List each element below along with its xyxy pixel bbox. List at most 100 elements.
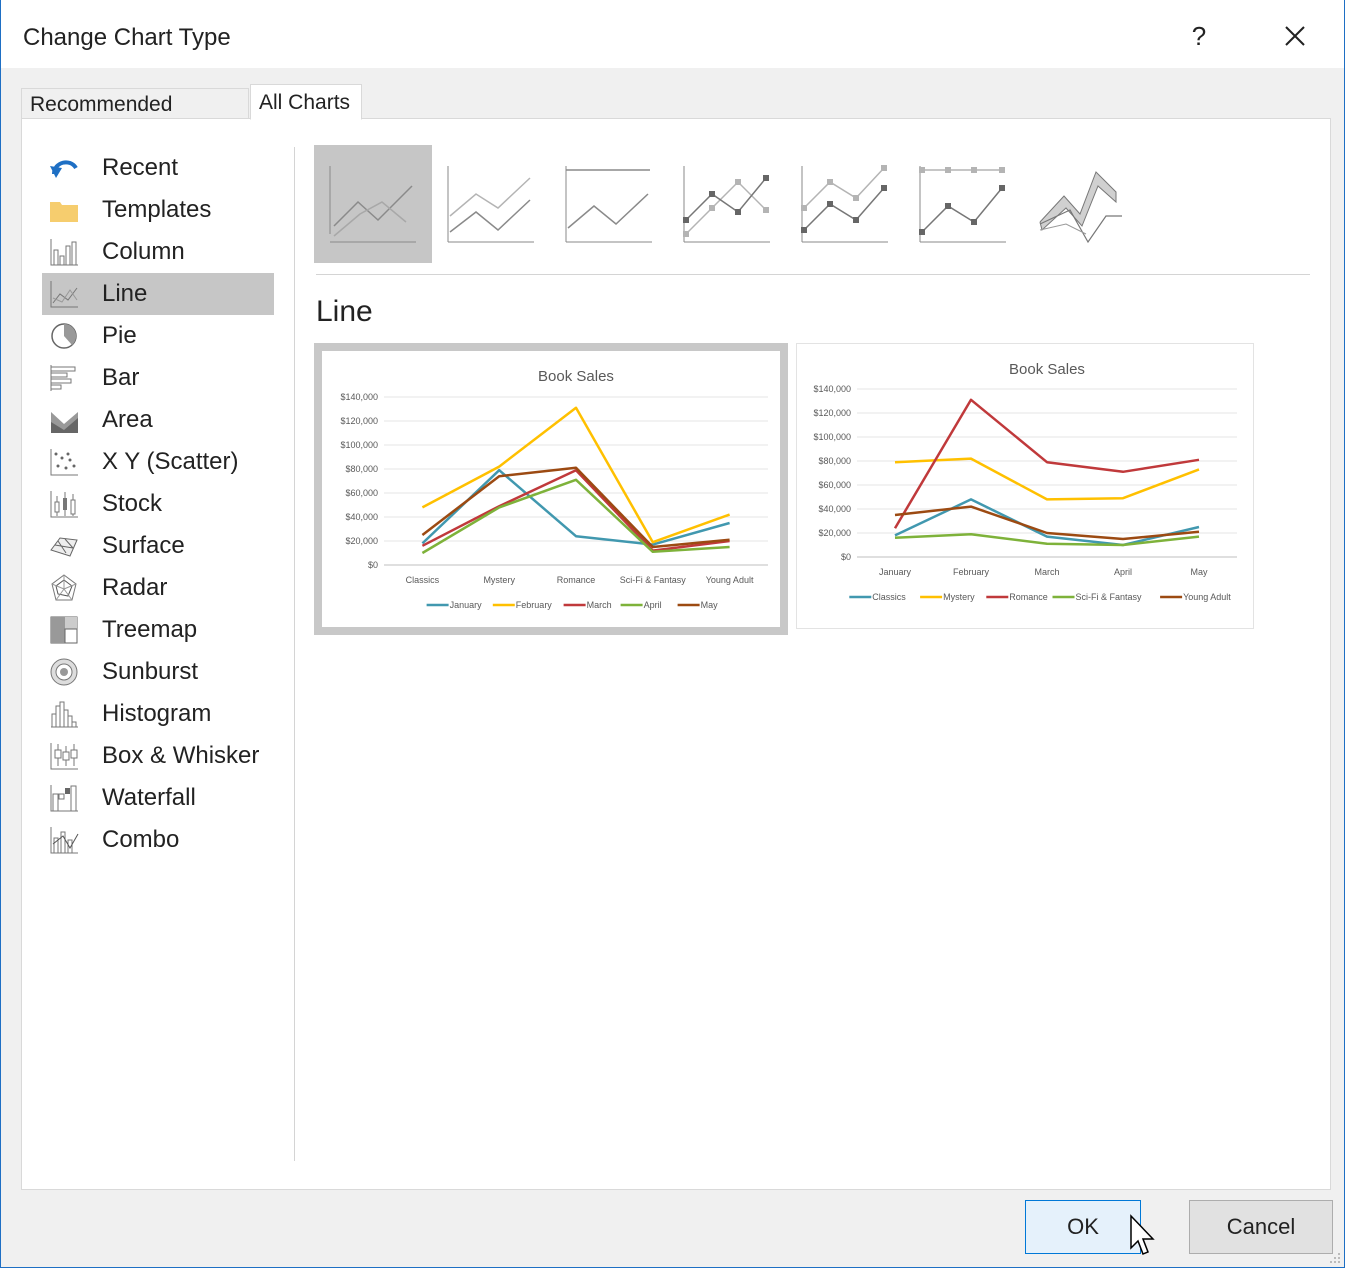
help-button[interactable]: ? [1181, 16, 1217, 56]
surface-chart-icon [48, 530, 80, 562]
close-button[interactable] [1277, 18, 1313, 54]
histogram-chart-icon [48, 698, 80, 730]
percent-stacked-line-markers-icon [919, 166, 1006, 243]
y-tick-label: $120,000 [340, 416, 378, 426]
sidebar-item-x-y-scatter[interactable]: X Y (Scatter) [42, 441, 274, 483]
sunburst-chart-icon [48, 656, 80, 688]
legend-entry: May [701, 600, 719, 610]
close-icon [1285, 26, 1305, 46]
legend-entry: Sci-Fi & Fantasy [1076, 592, 1143, 602]
chart-preview-1-svg: Book Sales $140,000 $120,000 $100,000 $80,00… [340, 368, 768, 610]
subtype-line[interactable] [314, 145, 432, 263]
subtype-gallery [314, 145, 1314, 265]
sidebar-item-combo[interactable]: Combo [42, 819, 274, 861]
sidebar-item-label: Column [102, 238, 185, 265]
sidebar-item-surface[interactable]: Surface [42, 525, 274, 567]
ok-button[interactable]: OK [1025, 1200, 1141, 1254]
sidebar-item-label: Sunburst [102, 658, 199, 685]
column-chart-icon [48, 236, 80, 268]
y-tick-label: $20,000 [818, 528, 851, 538]
subtype-3d-line[interactable] [1022, 145, 1140, 263]
x-tick-label: Young Adult [706, 575, 754, 585]
sidebar-item-treemap[interactable]: Treemap [42, 609, 274, 651]
sidebar-item-radar[interactable]: Radar [42, 567, 274, 609]
box-whisker-chart-icon [48, 740, 80, 772]
chart-legend: January February March April May [426, 600, 719, 610]
combo-chart-icon [48, 824, 80, 856]
vertical-divider [294, 147, 295, 1161]
sidebar-item-recent[interactable]: Recent [42, 147, 274, 189]
y-tick-label: $20,000 [345, 536, 378, 546]
stacked-line-markers-icon [801, 165, 888, 243]
subtype-100-stacked-line[interactable] [550, 145, 668, 263]
legend-entry: Mystery [943, 592, 975, 602]
legend-entry: March [587, 600, 612, 610]
legend-entry: Classics [872, 592, 906, 602]
subtype-line-with-markers[interactable] [668, 145, 786, 263]
sidebar-item-sunburst[interactable]: Sunburst [42, 651, 274, 693]
radar-chart-icon [48, 572, 80, 604]
sidebar-item-label: Radar [102, 574, 168, 601]
chart-legend: Classics Mystery Romance Sci-Fi & Fantasy Yo… [849, 592, 1231, 602]
y-tick-label: $60,000 [818, 480, 851, 490]
sidebar-item-templates[interactable]: Templates [42, 189, 274, 231]
waterfall-chart-icon [48, 782, 80, 814]
resize-grip-icon[interactable] [1328, 1251, 1342, 1265]
y-tick-label: $100,000 [813, 432, 851, 442]
sidebar-item-label: Surface [102, 532, 185, 559]
y-tick-label: $120,000 [813, 408, 851, 418]
subtype-stacked-line[interactable] [432, 145, 550, 263]
sidebar-item-label: Combo [102, 826, 180, 853]
line-subtype-icon [329, 166, 416, 243]
sidebar-item-pie[interactable]: Pie [42, 315, 274, 357]
x-tick-label: Mystery [483, 575, 515, 585]
sidebar-item-label: Box & Whisker [102, 742, 260, 769]
sidebar-item-column[interactable]: Column [42, 231, 274, 273]
x-tick-label: January [879, 567, 912, 577]
sidebar-item-line[interactable]: Line [42, 273, 274, 315]
sidebar-item-bar[interactable]: Bar [42, 357, 274, 399]
folder-icon [48, 194, 80, 226]
sidebar-item-label: Templates [102, 196, 212, 223]
y-tick-label: $80,000 [818, 456, 851, 466]
subtype-stacked-line-with-markers[interactable] [786, 145, 904, 263]
chart-preview-1[interactable]: Book Sales $140,000 $120,000 $100,000 $80,00… [314, 343, 788, 635]
sidebar-item-stock[interactable]: Stock [42, 483, 274, 525]
chart-title: Book Sales [1009, 361, 1085, 378]
y-tick-label: $100,000 [340, 440, 378, 450]
sidebar-item-box-whisker[interactable]: Box & Whisker [42, 735, 274, 777]
tab-recommended-charts[interactable]: Recommended Charts [21, 88, 249, 148]
stock-chart-icon [48, 488, 80, 520]
y-tick-label: $140,000 [813, 384, 851, 394]
legend-entry: Young Adult [1183, 592, 1231, 602]
subtype-100-stacked-line-with-markers[interactable] [904, 145, 1022, 263]
sidebar-item-waterfall[interactable]: Waterfall [42, 777, 274, 819]
sidebar-item-label: Recent [102, 154, 179, 181]
y-tick-label: $140,000 [340, 392, 378, 402]
y-tick-label: $80,000 [345, 464, 378, 474]
cancel-button[interactable]: Cancel [1189, 1200, 1333, 1254]
percent-stacked-line-icon [565, 166, 652, 243]
series-line [894, 505, 1200, 541]
y-tick-label: $60,000 [345, 488, 378, 498]
series-line [894, 457, 1200, 501]
sidebar-item-label: X Y (Scatter) [102, 448, 239, 475]
change-chart-type-dialog: Change Chart Type ? Recommended Charts A… [0, 0, 1345, 1268]
x-tick-label: May [1190, 567, 1208, 577]
sidebar-item-histogram[interactable]: Histogram [42, 693, 274, 735]
bar-chart-icon [48, 362, 80, 394]
sidebar-item-label: Waterfall [102, 784, 196, 811]
stacked-line-icon [447, 166, 534, 243]
y-tick-label: $40,000 [345, 512, 378, 522]
y-tick-label: $0 [841, 552, 851, 562]
chart-preview-2-svg: Book Sales $140,000 $120,000 $100,000 $80,00… [813, 361, 1237, 602]
treemap-chart-icon [48, 614, 80, 646]
sidebar-item-label: Stock [102, 490, 163, 517]
x-tick-label: March [1034, 567, 1059, 577]
mouse-cursor-icon [1130, 1214, 1155, 1255]
sidebar-item-area[interactable]: Area [42, 399, 274, 441]
chart-preview-2[interactable]: Book Sales $140,000 $120,000 $100,000 $80,00… [796, 343, 1254, 629]
tab-all-charts[interactable]: All Charts [250, 84, 362, 120]
sidebar-item-label: Pie [102, 322, 137, 349]
recent-icon [48, 152, 80, 184]
